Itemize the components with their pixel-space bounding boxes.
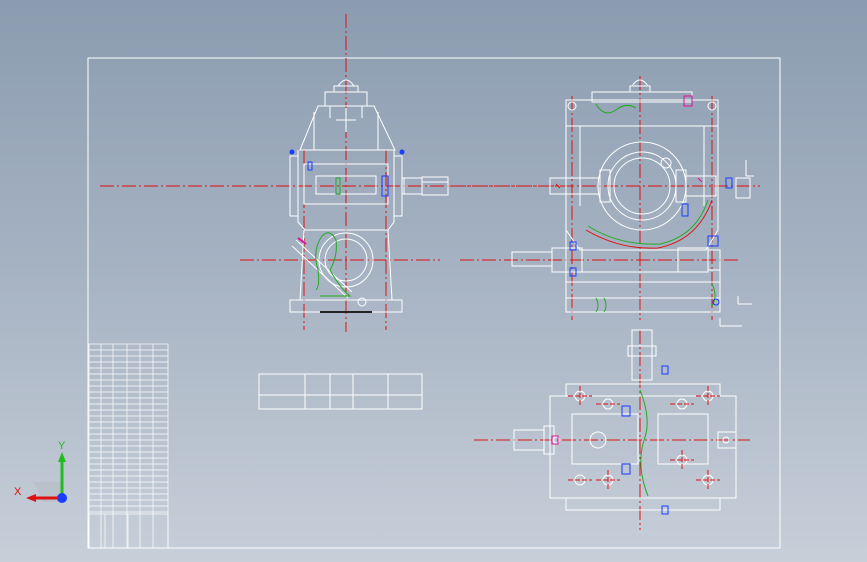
plan-view[interactable] xyxy=(474,329,750,530)
sheet-border xyxy=(87,57,781,549)
drawing-sheet[interactable] xyxy=(0,0,867,562)
front-view[interactable] xyxy=(100,14,560,332)
axis-x-label: X xyxy=(14,486,22,498)
tolerance-table xyxy=(258,373,423,410)
axis-triad-icon: Y X xyxy=(14,440,74,510)
section-view[interactable] xyxy=(450,76,760,327)
axis-y-label: Y xyxy=(58,440,66,452)
parts-list-table xyxy=(88,343,169,549)
cad-viewport[interactable]: Y X xyxy=(0,0,867,562)
